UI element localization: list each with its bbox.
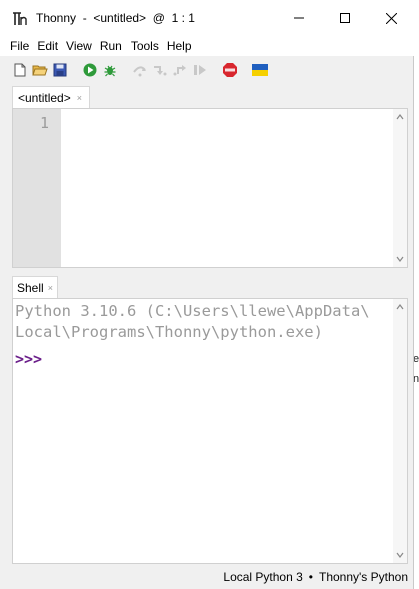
tab-label: Shell bbox=[17, 280, 44, 295]
menu-help[interactable]: Help bbox=[167, 39, 192, 53]
menu-run[interactable]: Run bbox=[100, 39, 123, 53]
thonny-window: Thonny - <untitled> @ 1 : 1 File Edit Vi… bbox=[0, 0, 414, 589]
ukraine-flag-icon[interactable] bbox=[252, 62, 268, 78]
debug-icon[interactable] bbox=[102, 62, 118, 78]
shell-console[interactable]: Python 3.10.6 (C:\Users\llewe\AppData\ L… bbox=[12, 298, 408, 564]
stop-icon[interactable] bbox=[222, 62, 238, 78]
step-into-icon[interactable] bbox=[152, 62, 168, 78]
scroll-up-icon[interactable] bbox=[395, 302, 405, 312]
resume-icon[interactable] bbox=[192, 62, 208, 78]
menu-edit[interactable]: Edit bbox=[37, 39, 58, 53]
toolbar bbox=[0, 58, 414, 82]
tab-label: <untitled> bbox=[18, 90, 71, 105]
interpreter-status[interactable]: Local Python 3 bbox=[223, 570, 302, 584]
status-bar: Local Python 3 • Thonny's Python bbox=[0, 565, 414, 589]
tab-untitled[interactable]: <untitled> × bbox=[12, 86, 90, 108]
shell-output-line: Python 3.10.6 (C:\Users\llewe\AppData\ bbox=[15, 302, 370, 320]
shell-prompt: >>> bbox=[15, 350, 43, 368]
minimize-icon bbox=[294, 17, 304, 19]
close-button[interactable] bbox=[368, 0, 414, 36]
run-icon[interactable] bbox=[82, 62, 98, 78]
close-tab-icon[interactable]: × bbox=[48, 283, 53, 293]
line-number: 1 bbox=[39, 114, 49, 132]
code-editor[interactable]: 1 bbox=[12, 108, 408, 268]
menu-tools[interactable]: Tools bbox=[131, 39, 159, 53]
maximize-icon bbox=[340, 13, 350, 23]
python-status[interactable]: Thonny's Python bbox=[319, 570, 408, 584]
scroll-up-icon[interactable] bbox=[395, 112, 405, 122]
step-over-icon[interactable] bbox=[132, 62, 148, 78]
title-bar[interactable]: Thonny - <untitled> @ 1 : 1 bbox=[0, 0, 414, 36]
minimize-button[interactable] bbox=[276, 0, 322, 36]
shell-scrollbar[interactable] bbox=[393, 299, 407, 563]
step-out-icon[interactable] bbox=[172, 62, 188, 78]
new-file-icon[interactable] bbox=[12, 62, 28, 78]
tab-shell[interactable]: Shell × bbox=[12, 276, 58, 298]
menu-file[interactable]: File bbox=[10, 39, 29, 53]
save-icon[interactable] bbox=[52, 62, 68, 78]
window-title: Thonny - <untitled> @ 1 : 1 bbox=[36, 11, 195, 25]
menu-bar: File Edit View Run Tools Help bbox=[0, 36, 414, 56]
close-tab-icon[interactable]: × bbox=[77, 93, 82, 103]
status-separator: • bbox=[308, 570, 313, 584]
shell-output-line: Local\Programs\Thonny\python.exe) bbox=[15, 323, 323, 341]
editor-scrollbar[interactable] bbox=[393, 109, 407, 267]
open-file-icon[interactable] bbox=[32, 62, 48, 78]
thonny-icon bbox=[12, 11, 28, 27]
close-icon bbox=[385, 12, 397, 24]
maximize-button[interactable] bbox=[322, 0, 368, 36]
line-number-gutter: 1 bbox=[13, 109, 61, 267]
scroll-down-icon[interactable] bbox=[395, 550, 405, 560]
menu-view[interactable]: View bbox=[66, 39, 92, 53]
scroll-down-icon[interactable] bbox=[395, 254, 405, 264]
